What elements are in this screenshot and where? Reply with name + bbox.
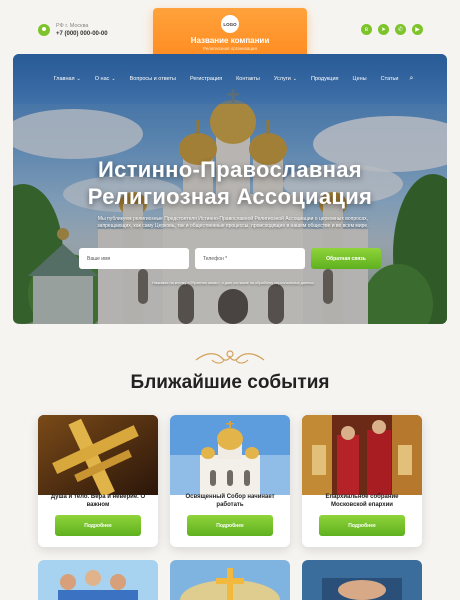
event-title: Душа и тело. Вера и неверие. О важном: [50, 494, 146, 508]
event-image-service: [302, 415, 422, 495]
details-button[interactable]: Подробнее: [319, 515, 405, 536]
nav-item-services[interactable]: Услуги ⌄: [267, 76, 304, 82]
event-card[interactable]: Душа и тело. Вера и неверие. О важном По…: [38, 415, 158, 547]
logo[interactable]: LOGO: [221, 15, 239, 33]
top-bar: РФ г. Москва +7 (000) 000-00-00 LOGO Наз…: [0, 0, 460, 63]
chevron-down-icon: ⌄: [292, 76, 297, 82]
callback-button[interactable]: Обратная связь: [311, 248, 381, 269]
company-name: Название компании: [190, 36, 270, 45]
details-button[interactable]: Подробнее: [187, 515, 273, 536]
events-section-title: Ближайшие события: [130, 372, 330, 393]
name-input[interactable]: Ваше имя: [79, 248, 189, 269]
city-text: РФ г. Москва: [56, 23, 89, 29]
whatsapp-icon[interactable]: ✆: [395, 24, 406, 35]
youtube-icon[interactable]: ▶: [412, 24, 423, 35]
callback-form: Ваше имя Телефон * Обратная связь: [79, 248, 381, 269]
contact-info: РФ г. Москва +7 (000) 000-00-00: [38, 22, 108, 38]
hero-title: Истинно-Православная Религиозная Ассоциа…: [87, 157, 373, 209]
chevron-down-icon: ⌄: [111, 76, 116, 82]
consent-text: Нажимая на кнопку «Обратная связь», я да…: [152, 281, 314, 285]
telegram-icon[interactable]: ➤: [378, 24, 389, 35]
event-image-cross: [38, 415, 158, 495]
nav-item-faq[interactable]: Вопросы и ответы: [123, 76, 183, 82]
event-title: Освященный Собор начинает работать: [185, 494, 275, 508]
nav-item-registration[interactable]: Регистрация: [183, 76, 229, 82]
company-subtitle: Религиозная организация: [203, 46, 257, 51]
hero-section: Главная ⌄ О нас ⌄ Вопросы и ответы Регистр…: [13, 54, 447, 324]
event-image-hands: [302, 560, 422, 600]
chevron-down-icon: ⌄: [76, 76, 81, 82]
search-icon[interactable]: ⌕: [409, 75, 413, 83]
social-links: в ➤ ✆ ▶: [361, 24, 423, 35]
nav-item-home[interactable]: Главная ⌄: [47, 76, 88, 82]
nav-item-prices[interactable]: Цены: [346, 76, 374, 82]
ornament-divider: [195, 350, 265, 364]
event-title: Епархиальное собрание Московской епархии: [325, 494, 399, 508]
event-card[interactable]: Освященный Собор начинает работать Подро…: [170, 415, 290, 547]
location-pin-icon: [38, 24, 50, 36]
main-navigation: Главная ⌄ О нас ⌄ Вопросы и ответы Регистр…: [13, 54, 447, 104]
nav-item-products[interactable]: Продукция: [304, 76, 346, 82]
phone-link[interactable]: +7 (000) 000-00-00: [56, 30, 108, 38]
details-button[interactable]: Подробнее: [55, 515, 141, 536]
nav-item-articles[interactable]: Статьи: [374, 76, 406, 82]
vk-icon[interactable]: в: [361, 24, 372, 35]
nav-item-about[interactable]: О нас ⌄: [88, 76, 123, 82]
event-card[interactable]: Епархиальное собрание Московской епархии…: [302, 415, 422, 547]
hero-description: Мы публикуем религиозные Предстоятеля Ис…: [97, 216, 369, 229]
event-image-cathedral: [170, 415, 290, 495]
event-image-family: [38, 560, 158, 600]
phone-input[interactable]: Телефон *: [195, 248, 305, 269]
event-image-sky-cross: [170, 560, 290, 600]
nav-item-contacts[interactable]: Контакты: [229, 76, 267, 82]
